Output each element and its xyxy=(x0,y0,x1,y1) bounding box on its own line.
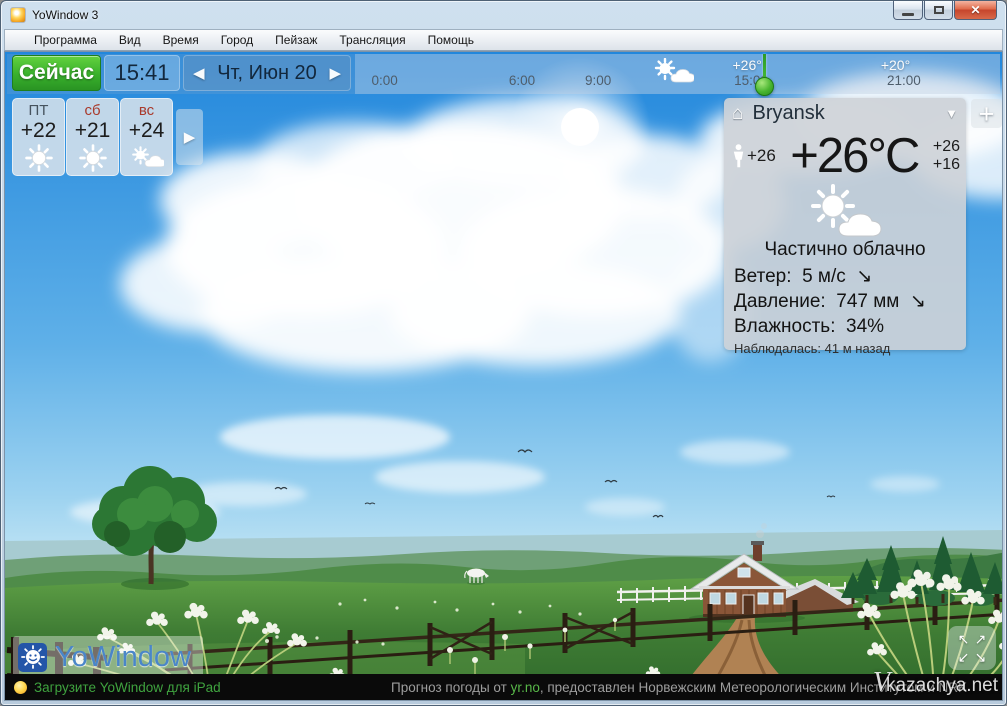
maximize-button[interactable] xyxy=(924,1,953,20)
day-label: сб xyxy=(84,102,100,119)
sun-smiley-icon xyxy=(18,643,47,672)
add-location-button[interactable]: + xyxy=(971,99,1002,128)
sun-cloud-icon xyxy=(130,144,164,170)
app-icon xyxy=(10,7,26,23)
wind-row: Ветер: 5 м/с ↘ xyxy=(724,264,966,289)
ipad-promo-link[interactable]: Загрузите YoWindow для iPad xyxy=(34,680,221,695)
forecast-strip: ПТ +22 сб +21 xyxy=(12,98,203,176)
plus-icon: + xyxy=(979,101,995,127)
menu-help[interactable]: Помощь xyxy=(417,30,485,50)
timeline-tick: 21:00 xyxy=(887,73,921,88)
sun-icon xyxy=(79,144,107,172)
current-temperature: +26°C xyxy=(776,130,933,182)
attribution-text: Прогноз погоды от yr.no, предоставлен Но… xyxy=(391,680,993,695)
temperature-row: +26 +26°C +26 +16 xyxy=(724,127,966,183)
sun-cloud-icon xyxy=(806,184,884,238)
chevron-down-icon[interactable]: ▼ xyxy=(945,106,958,121)
day-temp: +22 xyxy=(21,119,57,143)
date-label: Чт, Июн 20 xyxy=(217,62,317,85)
timeline[interactable]: 0:00 6:00 9:00 15:00 21:00 +26° +20° xyxy=(355,54,1000,94)
minimize-icon xyxy=(902,13,914,16)
timeline-temp-marker: +20° xyxy=(881,57,910,73)
attribution-suffix: , предоставлен Норвежским Метеорологичес… xyxy=(540,680,967,695)
sun-badge-icon xyxy=(14,681,27,694)
close-icon: ✕ xyxy=(970,3,980,17)
fullscreen-button[interactable]: ↖ ↗ ↙ ↘ xyxy=(948,626,996,670)
expand-icon: ↗ xyxy=(975,632,987,646)
pressure-row: Давление: 747 мм ↘ xyxy=(724,289,966,314)
attribution-prefix: Прогноз погоды от xyxy=(391,680,511,695)
logo-text: YoWindow xyxy=(55,641,191,674)
wind-label: Ветер: xyxy=(734,266,792,287)
day-temp: +24 xyxy=(129,119,165,143)
expand-icon: ↘ xyxy=(975,650,987,664)
home-icon: ⌂ xyxy=(732,103,743,125)
window-title: YoWindow 3 xyxy=(32,8,98,22)
sun-icon xyxy=(25,144,53,172)
pressure-trend-icon: ↘ xyxy=(910,291,926,312)
now-button[interactable]: Сейчас xyxy=(12,55,101,91)
high-low: +26 +16 xyxy=(933,138,960,174)
person-icon xyxy=(732,144,745,168)
forecast-expand-button[interactable]: ▶ xyxy=(176,109,203,165)
expand-icon: ↖ xyxy=(958,632,970,646)
humidity-label: Влажность: xyxy=(734,316,835,337)
pressure-label: Давление: xyxy=(734,291,826,312)
condition-text: Частично облачно xyxy=(724,239,966,264)
minimize-button[interactable] xyxy=(893,1,923,20)
menu-city[interactable]: Город xyxy=(210,30,264,50)
forecast-day-friday[interactable]: ПТ +22 xyxy=(12,98,65,176)
menu-time[interactable]: Время xyxy=(152,30,210,50)
maximize-icon xyxy=(934,6,944,14)
timeline-tick: 9:00 xyxy=(585,73,611,88)
pressure-value: 747 мм xyxy=(836,291,899,312)
menu-view[interactable]: Вид xyxy=(108,30,152,50)
toolbar: Сейчас 15:41 ◀ Чт, Июн 20 ▶ 0:00 6:00 9:… xyxy=(7,54,1000,94)
forecast-day-saturday[interactable]: сб +21 xyxy=(66,98,119,176)
humidity-row: Влажность: 34% xyxy=(724,314,966,339)
expand-icon: ↙ xyxy=(958,650,970,664)
app-window: YoWindow 3 ✕ Программа Вид Время Город П… xyxy=(0,0,1007,706)
time-display[interactable]: 15:41 xyxy=(104,55,180,91)
humidity-value: 34% xyxy=(846,316,884,337)
timeline-tick: 0:00 xyxy=(372,73,398,88)
wind-direction-icon: ↘ xyxy=(856,266,872,287)
status-bar: Загрузите YoWindow для iPad Прогноз пого… xyxy=(5,674,1002,700)
forecast-day-sunday[interactable]: вс +24 xyxy=(120,98,173,176)
title-bar[interactable]: YoWindow 3 ✕ xyxy=(1,1,1006,29)
close-button[interactable]: ✕ xyxy=(954,1,997,20)
high-temp: +26 xyxy=(933,138,960,155)
next-day-button[interactable]: ▶ xyxy=(329,64,341,82)
feels-like: +26 xyxy=(732,144,776,168)
weather-panel: ⌂ Bryansk ▼ +26 +26°C +26 +16 xyxy=(724,98,966,350)
day-temp: +21 xyxy=(75,119,111,143)
sun-cloud-icon xyxy=(652,58,694,84)
observed-time: Наблюдалась: 41 м назад xyxy=(724,339,966,356)
date-navigator: ◀ Чт, Июн 20 ▶ xyxy=(183,55,351,91)
day-label: ПТ xyxy=(29,102,49,119)
timeline-temp-marker: +26° xyxy=(732,57,761,73)
menu-bar: Программа Вид Время Город Пейзаж Трансля… xyxy=(4,29,1003,51)
client-area: Сейчас 15:41 ◀ Чт, Июн 20 ▶ 0:00 6:00 9:… xyxy=(4,51,1003,701)
feels-like-value: +26 xyxy=(747,146,776,166)
menu-broadcast[interactable]: Трансляция xyxy=(328,30,416,50)
condition-icon-row xyxy=(724,183,966,239)
yowindow-logo[interactable]: YoWindow xyxy=(13,636,203,678)
yrno-link[interactable]: yr.no xyxy=(511,680,540,695)
menu-program[interactable]: Программа xyxy=(23,30,108,50)
time-slider-handle[interactable] xyxy=(755,77,774,96)
low-temp: +16 xyxy=(933,156,960,173)
menu-landscape[interactable]: Пейзаж xyxy=(264,30,328,50)
chevron-right-icon: ▶ xyxy=(184,128,196,146)
wind-value: 5 м/с xyxy=(802,266,846,287)
timeline-tick: 6:00 xyxy=(509,73,535,88)
location-header[interactable]: ⌂ Bryansk ▼ xyxy=(724,98,966,127)
day-label: вс xyxy=(139,102,154,119)
prev-day-button[interactable]: ◀ xyxy=(193,64,205,82)
location-name[interactable]: Bryansk xyxy=(752,102,945,125)
